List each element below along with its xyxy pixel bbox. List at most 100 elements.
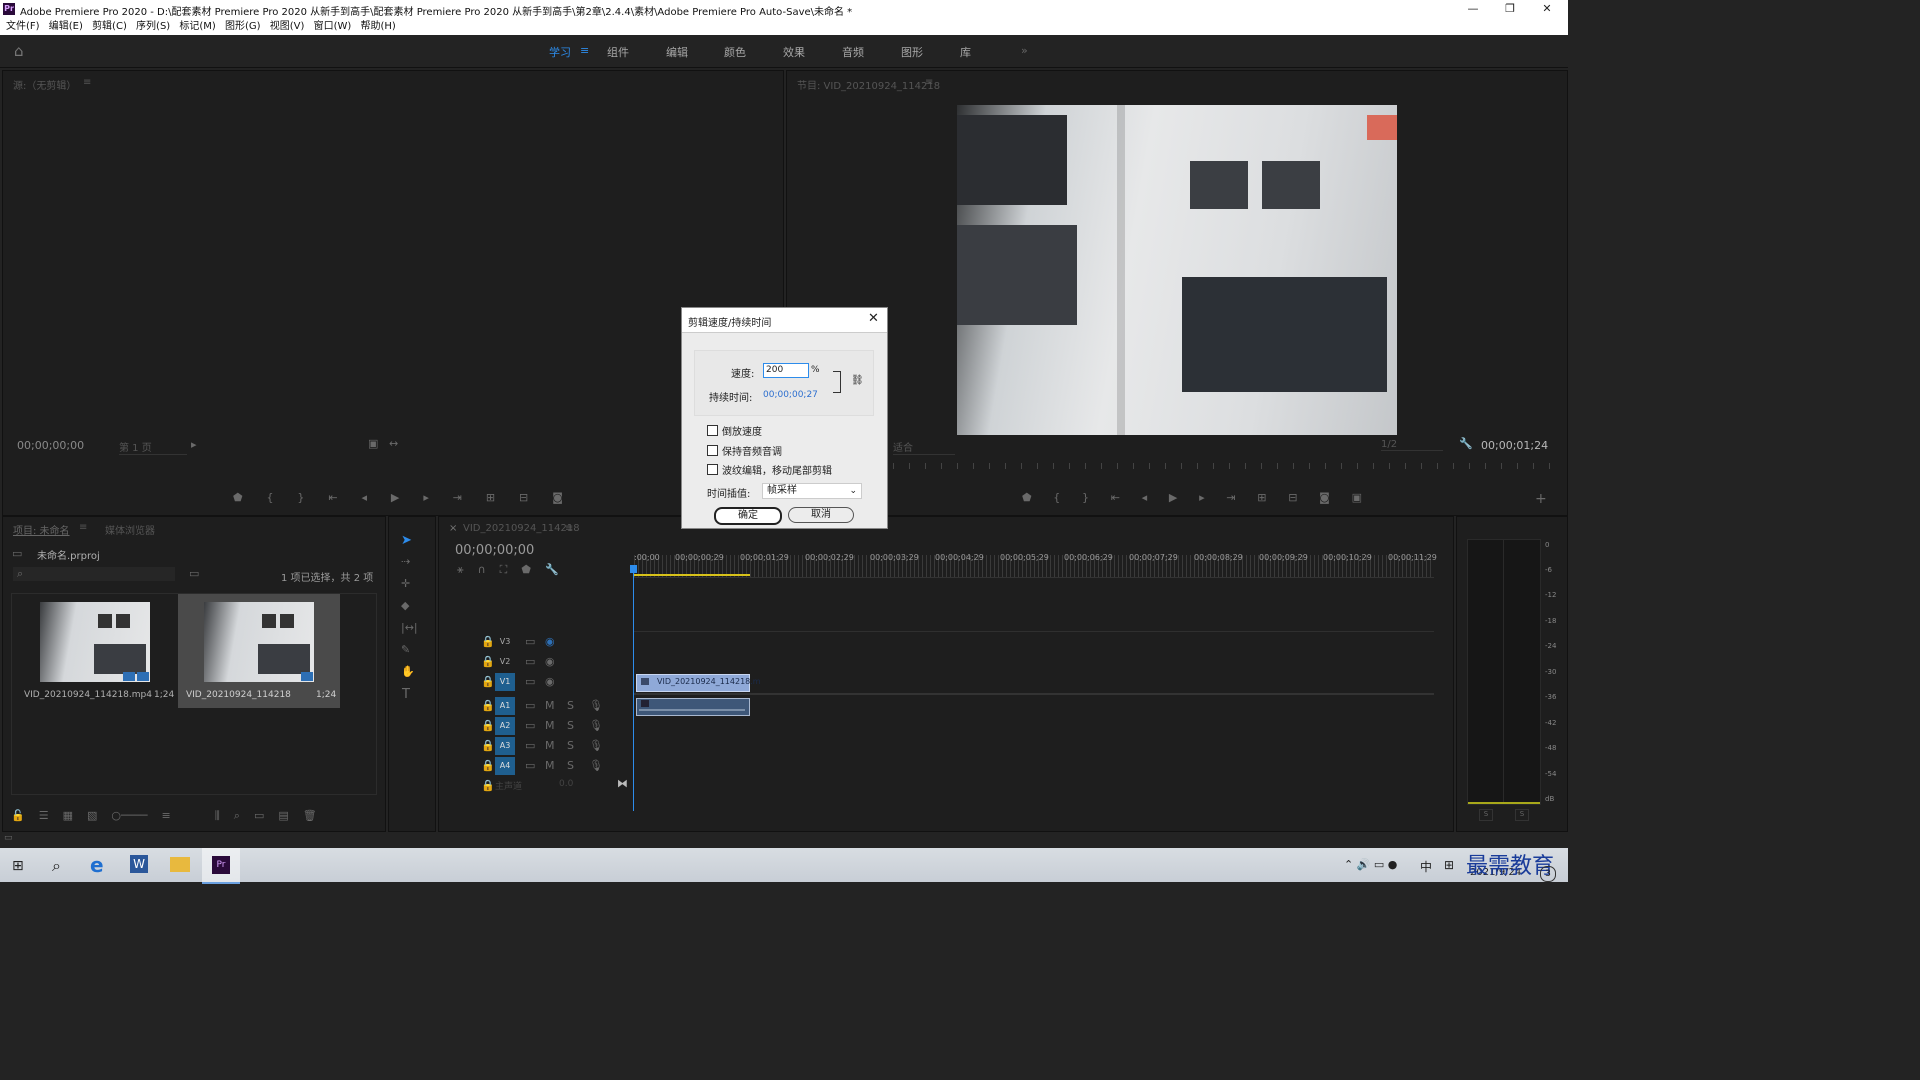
workspace-tab-learn[interactable]: 学习 <box>549 44 571 60</box>
ime-mode-icon[interactable]: ⊞ <box>1444 858 1454 872</box>
lock-icon[interactable]: 🔓 <box>11 809 25 823</box>
windows-start-icon[interactable]: ⊞ <box>12 858 24 874</box>
hand-tool-icon[interactable]: ✋ <box>401 665 415 678</box>
notification-badge[interactable]: 3 <box>1540 866 1556 882</box>
sync-lock-icon[interactable]: ▭ <box>525 719 535 732</box>
menu-sequence[interactable]: 序列(S) <box>136 18 170 35</box>
extract-icon[interactable]: ⊟ <box>1288 491 1297 505</box>
workspace-tab-libraries[interactable]: 库 <box>960 44 971 60</box>
sync-lock-icon[interactable]: ▭ <box>525 759 535 772</box>
eye-icon[interactable]: ◉ <box>545 655 555 668</box>
settings-icon[interactable]: ↔ <box>389 437 398 450</box>
audio-clip[interactable] <box>636 698 750 716</box>
workspace-tab-graphics[interactable]: 图形 <box>901 44 923 60</box>
cancel-button[interactable]: 取消 <box>788 507 854 523</box>
ok-button[interactable]: 确定 <box>714 507 782 525</box>
master-value[interactable]: 0.0 <box>559 779 573 789</box>
file-explorer-icon[interactable] <box>170 857 190 872</box>
find-icon[interactable]: ⌕ <box>234 809 240 823</box>
go-to-out-icon[interactable]: ⇥ <box>453 491 462 505</box>
sync-lock-icon[interactable]: ▭ <box>525 675 535 688</box>
mark-in-icon[interactable]: { <box>266 491 273 505</box>
lock-track-icon[interactable]: 🔒 <box>481 739 495 752</box>
insert-icon[interactable]: ⊞ <box>486 491 495 505</box>
play-icon[interactable]: ▶ <box>1169 491 1177 505</box>
panel-menu-icon[interactable]: ≡ <box>565 523 573 534</box>
ime-indicator[interactable]: 中 <box>1420 858 1432 875</box>
mute-icon[interactable]: M <box>545 739 555 752</box>
zoom-slider[interactable]: ○──── <box>111 809 147 823</box>
solo-left-button[interactable]: S <box>1479 809 1493 821</box>
close-window-button[interactable]: ✕ <box>1527 1 1567 17</box>
menu-graphics[interactable]: 图形(G) <box>225 18 261 35</box>
solo-icon[interactable]: S <box>567 699 574 712</box>
menu-file[interactable]: 文件(F) <box>6 18 40 35</box>
nest-icon[interactable]: ⚹ <box>457 563 464 577</box>
edge-icon[interactable]: e <box>90 853 104 877</box>
lock-track-icon[interactable]: 🔒 <box>481 719 495 732</box>
source-timecode[interactable]: 00;00;00;00 <box>17 439 84 452</box>
work-area-bar[interactable] <box>634 574 750 576</box>
video-clip[interactable]: VID_20210924_114218.m <box>636 674 761 692</box>
lift-icon[interactable]: ⊞ <box>1257 491 1266 505</box>
track-label-v3[interactable]: V3 <box>495 633 515 651</box>
search-icon[interactable]: ⌕ <box>52 856 61 876</box>
step-forward-icon[interactable]: ▸ <box>1199 491 1205 505</box>
mark-out-icon[interactable]: } <box>297 491 304 505</box>
track-label-a4[interactable]: A4 <box>495 757 515 775</box>
marker-icon[interactable]: ⬟ <box>1022 491 1032 505</box>
eye-icon[interactable]: ◉ <box>545 675 555 688</box>
track-label-v2[interactable]: V2 <box>495 653 515 671</box>
project-search-input[interactable]: ⌕ <box>13 567 175 581</box>
camera-icon[interactable]: ◙ <box>552 491 563 505</box>
overwrite-icon[interactable]: ⊟ <box>519 491 528 505</box>
type-tool-icon[interactable]: T <box>402 687 410 702</box>
camera-icon[interactable]: ◙ <box>1319 491 1330 505</box>
workspace-overflow-icon[interactable]: » <box>1021 44 1028 57</box>
panel-menu-icon[interactable]: ≡ <box>83 77 91 88</box>
lock-track-icon[interactable]: 🔒 <box>481 635 495 648</box>
lock-track-icon[interactable]: 🔒 <box>481 675 495 688</box>
step-back-icon[interactable]: ◂ <box>1142 491 1148 505</box>
mic-icon[interactable]: 🎙 <box>589 699 603 712</box>
track-label-v1[interactable]: V1 <box>495 673 515 691</box>
workspace-menu-icon[interactable]: ≡ <box>580 44 589 57</box>
lock-track-icon[interactable]: 🔒 <box>481 655 495 668</box>
ripple-edit-tool-icon[interactable]: ✛ <box>401 577 410 590</box>
go-to-in-icon[interactable]: ⇤ <box>1111 491 1120 505</box>
lock-track-icon[interactable]: 🔒 <box>481 759 495 772</box>
project-item-selected[interactable]: VID_20210924_114218 1;24 <box>178 594 340 708</box>
taskbar-premiere-active[interactable]: Pr <box>202 848 240 884</box>
mic-icon[interactable]: 🎙 <box>589 739 603 752</box>
play-icon[interactable]: ▶ <box>391 491 399 505</box>
sync-lock-icon[interactable]: ▭ <box>525 635 535 648</box>
mute-icon[interactable]: M <box>545 719 555 732</box>
close-sequence-icon[interactable]: × <box>449 523 457 534</box>
solo-right-button[interactable]: S <box>1515 809 1529 821</box>
mic-icon[interactable]: 🎙 <box>589 719 603 732</box>
page-select[interactable]: 第 1 页 <box>119 439 187 455</box>
lock-track-icon[interactable]: 🔒 <box>481 779 495 792</box>
speed-input[interactable]: 200 <box>763 363 809 378</box>
add-marker-icon[interactable]: ⬟ <box>521 563 531 577</box>
icon-view-icon[interactable]: ▦ <box>63 809 73 823</box>
trash-icon[interactable]: 🗑 <box>303 809 317 823</box>
menu-edit[interactable]: 编辑(E) <box>49 18 83 35</box>
program-timecode[interactable]: 00;00;01;24 <box>1481 439 1548 452</box>
freeform-view-icon[interactable]: ▧ <box>87 809 97 823</box>
go-to-out-icon[interactable]: ⇥ <box>1226 491 1235 505</box>
pen-tool-icon[interactable]: ✎ <box>401 643 410 656</box>
list-view-icon[interactable]: ☰ <box>39 809 49 823</box>
tab-project[interactable]: 项目: 未命名 <box>13 522 70 537</box>
tab-media-browser[interactable]: 媒体浏览器 <box>105 522 155 537</box>
workspace-tab-effects[interactable]: 效果 <box>783 44 805 60</box>
lock-track-icon[interactable]: 🔒 <box>481 699 495 712</box>
restore-button[interactable]: ❐ <box>1490 1 1530 17</box>
add-button-icon[interactable]: + <box>1535 491 1547 507</box>
maintain-pitch-checkbox[interactable] <box>707 445 718 456</box>
home-icon[interactable]: ⌂ <box>14 42 24 60</box>
eye-icon[interactable]: ◉ <box>545 635 555 648</box>
duration-value[interactable]: 00;00;00;27 <box>763 390 818 400</box>
workspace-tab-color[interactable]: 颜色 <box>724 44 746 60</box>
new-item-icon[interactable]: ▤ <box>278 809 288 823</box>
